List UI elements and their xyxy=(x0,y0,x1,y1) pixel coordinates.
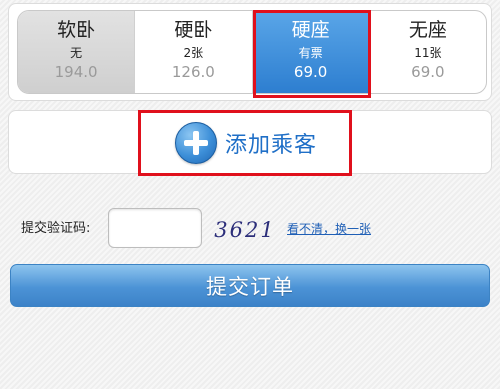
seat-option-standing[interactable]: 无座 11张 69.0 xyxy=(368,11,486,93)
seat-availability: 无 xyxy=(70,46,83,60)
seat-name: 无座 xyxy=(408,19,447,41)
add-passenger-button[interactable]: 添加乘客 xyxy=(138,110,352,176)
seat-name: 软卧 xyxy=(57,19,96,41)
seat-price: 69.0 xyxy=(411,63,445,81)
seat-availability: 有票 xyxy=(298,46,323,60)
seat-class-panel: 软卧 无 194.0 硬卧 2张 126.0 硬座 有票 69.0 无座 11张… xyxy=(8,3,492,101)
add-passenger-label: 添加乘客 xyxy=(225,133,318,158)
seat-price: 126.0 xyxy=(171,63,215,81)
plus-circle-icon xyxy=(175,122,217,164)
seat-price: 194.0 xyxy=(54,63,98,81)
seat-name: 硬卧 xyxy=(174,19,213,41)
captcha-input[interactable] xyxy=(108,208,202,248)
seat-availability: 11张 xyxy=(414,46,442,60)
seat-option-soft-sleeper[interactable]: 软卧 无 194.0 xyxy=(18,11,135,93)
captcha-image[interactable]: 3621 xyxy=(212,208,278,248)
submit-order-button[interactable]: 提交订单 xyxy=(10,264,490,307)
seat-option-hard-sleeper[interactable]: 硬卧 2张 126.0 xyxy=(134,11,251,93)
seat-option-hard-seat[interactable]: 硬座 有票 69.0 xyxy=(251,11,369,93)
seat-name: 硬座 xyxy=(291,19,330,41)
refresh-captcha-link[interactable]: 看不清，换一张 xyxy=(287,220,371,237)
seat-availability: 2张 xyxy=(183,46,204,60)
seat-class-selector: 软卧 无 194.0 硬卧 2张 126.0 硬座 有票 69.0 无座 11张… xyxy=(17,10,487,94)
captcha-label: 提交验证码: xyxy=(21,221,91,236)
seat-price: 69.0 xyxy=(293,63,328,81)
